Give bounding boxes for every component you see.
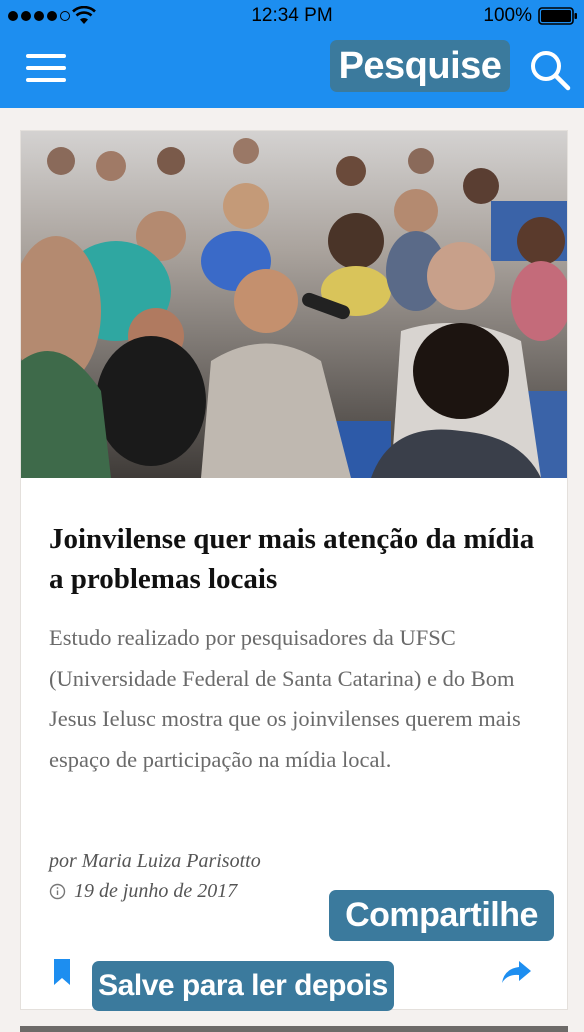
clock-icon xyxy=(49,883,66,900)
article-card[interactable]: Joinvilense quer mais atenção da mídia a… xyxy=(20,130,568,1010)
search-tooltip: Pesquise xyxy=(330,40,510,92)
search-icon[interactable] xyxy=(528,48,572,92)
share-tooltip: Compartilhe xyxy=(329,890,554,941)
status-bar: 12:34 PM 100% xyxy=(0,0,584,32)
article-photo xyxy=(21,131,567,478)
article-title[interactable]: Joinvilense quer mais atenção da mídia a… xyxy=(49,519,549,599)
bookmark-icon[interactable] xyxy=(51,957,73,987)
share-icon[interactable] xyxy=(499,957,533,987)
article-author: por Maria Luiza Parisotto xyxy=(49,850,261,872)
article-date: 19 de junho de 2017 xyxy=(74,880,238,902)
battery-percent: 100% xyxy=(483,5,532,26)
next-article-card-edge xyxy=(20,1026,568,1032)
battery-icon xyxy=(538,7,577,25)
save-tooltip: Salve para ler depois xyxy=(92,961,394,1011)
article-summary: Estudo realizado por pesquisadores da UF… xyxy=(49,625,521,772)
article-date-row: 19 de junho de 2017 xyxy=(49,880,237,903)
hamburger-menu-icon[interactable] xyxy=(26,54,68,86)
